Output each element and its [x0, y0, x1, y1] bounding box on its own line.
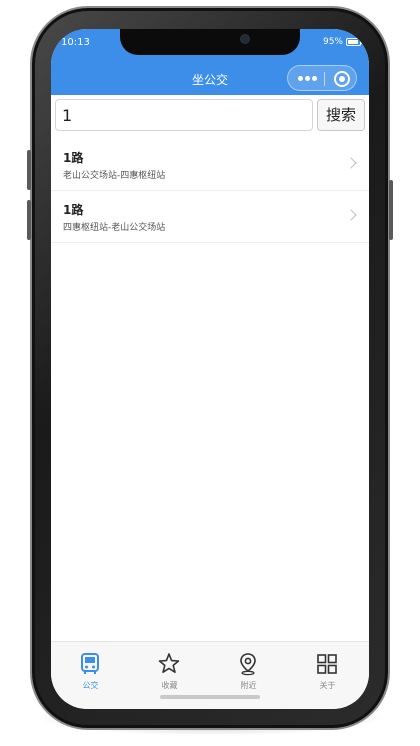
- tab-favorites[interactable]: 收藏: [130, 642, 209, 698]
- battery-icon: [346, 38, 363, 46]
- close-miniprogram-icon[interactable]: [334, 71, 350, 87]
- route-direction: 四惠枢纽站-老山公交场站: [63, 223, 166, 233]
- bus-icon: [81, 653, 99, 674]
- more-icon[interactable]: [298, 76, 318, 82]
- list-item[interactable]: 1路 老山公交场站-四惠枢纽站: [51, 139, 369, 191]
- tab-label: 公交: [82, 681, 99, 690]
- chevron-right-icon: [345, 157, 357, 169]
- tab-label: 收藏: [161, 681, 178, 690]
- route-list: 1路 老山公交场站-四惠枢纽站 1路 四惠枢纽站-老山公交场站: [51, 139, 369, 243]
- notch: [120, 29, 300, 55]
- tab-bus[interactable]: 公交: [51, 642, 130, 698]
- tab-label: 附近: [240, 681, 257, 690]
- route-name: 1路: [63, 151, 84, 165]
- tab-nearby[interactable]: 附近: [209, 642, 288, 698]
- list-item[interactable]: 1路 四惠枢纽站-老山公交场站: [51, 191, 369, 243]
- home-indicator: [160, 695, 260, 699]
- search-input[interactable]: [55, 99, 313, 131]
- search-bar: 搜索: [51, 95, 369, 135]
- chevron-right-icon: [345, 209, 357, 221]
- device-stage: 10:13 95% 坐公交 搜索 1路 老山公交场站-四惠枢纽站: [0, 0, 420, 746]
- grid-icon: [317, 654, 337, 674]
- capsule-divider: [324, 72, 325, 86]
- power-button: [389, 180, 393, 240]
- camera-icon: [241, 35, 249, 43]
- route-name: 1路: [63, 203, 84, 217]
- search-button[interactable]: 搜索: [317, 99, 365, 131]
- tab-about[interactable]: 关于: [288, 642, 367, 698]
- volume-button: [27, 200, 31, 240]
- tab-label: 关于: [319, 681, 336, 690]
- phone-screen: 10:13 95% 坐公交 搜索 1路 老山公交场站-四惠枢纽站: [51, 29, 369, 709]
- star-icon: [158, 653, 180, 674]
- volume-button: [27, 150, 31, 190]
- battery-percent: 95%: [322, 37, 343, 47]
- route-direction: 老山公交场站-四惠枢纽站: [63, 171, 166, 181]
- miniprogram-capsule: [287, 65, 357, 91]
- status-time: 10:13: [61, 37, 90, 48]
- location-pin-icon: [240, 653, 256, 676]
